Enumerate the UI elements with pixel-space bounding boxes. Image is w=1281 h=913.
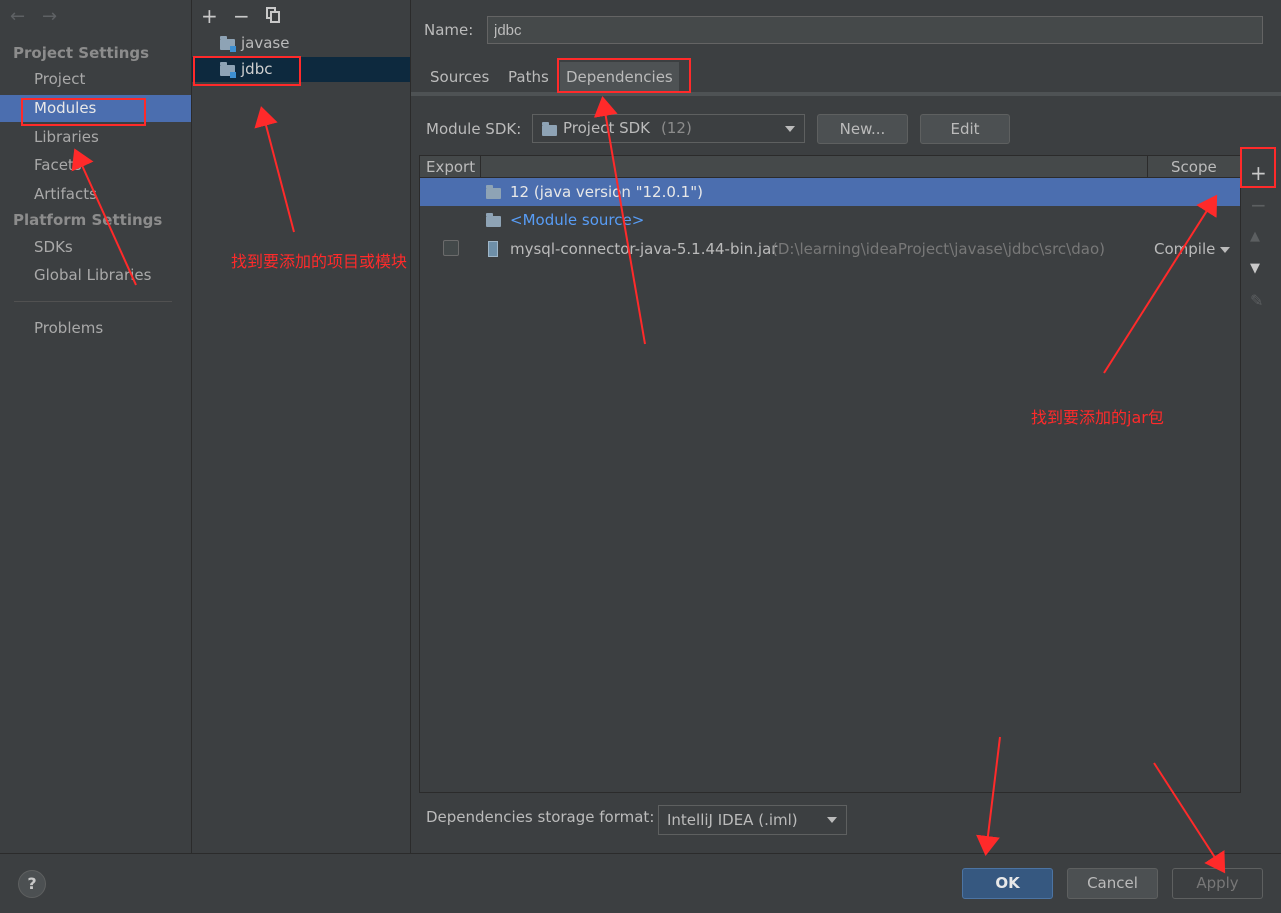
storage-format-value: IntelliJ IDEA (.iml) <box>667 811 798 829</box>
module-tree-panel <box>192 0 411 853</box>
column-divider <box>480 156 481 177</box>
help-button[interactable]: ? <box>18 870 46 898</box>
module-source-icon <box>486 213 501 227</box>
nav-item-sdks[interactable]: SDKs <box>34 238 73 256</box>
tab-underline <box>411 92 1281 96</box>
copy-icon[interactable] <box>266 7 280 23</box>
move-up-button[interactable]: ▲ <box>1250 229 1260 244</box>
annotation-box-jdbc <box>193 56 301 86</box>
scope-dropdown[interactable]: Compile <box>1154 240 1230 258</box>
remove-dependency-button[interactable]: − <box>1250 193 1267 217</box>
storage-format-dropdown[interactable]: IntelliJ IDEA (.iml) <box>658 805 847 835</box>
annotation-box-modules <box>21 98 146 126</box>
scope-value: Compile <box>1154 240 1216 258</box>
edit-dependency-button[interactable]: ✎ <box>1250 291 1263 310</box>
table-row-module-source[interactable]: <Module source> <box>510 211 644 229</box>
column-divider <box>1147 156 1148 177</box>
remove-module-button[interactable]: − <box>233 4 250 28</box>
tab-paths[interactable]: Paths <box>502 62 555 92</box>
annotation-note-jar: 找到要添加的jar包 <box>1031 408 1164 427</box>
tree-item-javase[interactable]: javase <box>241 34 289 52</box>
apply-button[interactable]: Apply <box>1172 868 1263 899</box>
forward-arrow-icon[interactable]: → <box>42 6 57 27</box>
export-checkbox[interactable] <box>443 240 459 256</box>
sdk-version: (12) <box>661 119 692 137</box>
sdk-folder-icon <box>542 122 557 136</box>
module-sdk-dropdown[interactable]: Project SDK (12) <box>532 114 805 143</box>
jar-path: (D:\learning\ideaProject\javase\jdbc\src… <box>772 240 1105 258</box>
table-header <box>420 156 1240 178</box>
chevron-down-icon <box>827 817 837 823</box>
table-row-jdk[interactable]: 12 (java version "12.0.1") <box>510 183 703 201</box>
column-export[interactable]: Export <box>426 158 475 176</box>
new-sdk-button[interactable]: New... <box>817 114 908 144</box>
annotation-note-module: 找到要添加的项目或模块 <box>231 252 408 271</box>
annotation-box-add <box>1240 147 1276 188</box>
tab-sources[interactable]: Sources <box>424 62 495 92</box>
annotation-box-dependencies <box>557 58 691 93</box>
sdk-value: Project SDK <box>563 119 650 137</box>
cancel-button[interactable]: Cancel <box>1067 868 1158 899</box>
module-name-input[interactable] <box>487 16 1263 44</box>
platform-settings-header: Platform Settings <box>13 211 163 229</box>
ok-button[interactable]: OK <box>962 868 1053 899</box>
jar-icon <box>488 241 498 257</box>
nav-divider <box>14 301 172 302</box>
chevron-down-icon <box>785 126 795 132</box>
table-row-jar[interactable]: mysql-connector-java-5.1.44-bin.jar <box>510 240 777 258</box>
sdk-label: Module SDK: <box>426 120 522 138</box>
edit-sdk-button[interactable]: Edit <box>920 114 1010 144</box>
column-scope[interactable]: Scope <box>1171 158 1217 176</box>
nav-item-problems[interactable]: Problems <box>34 319 103 337</box>
jdk-folder-icon <box>486 185 501 199</box>
nav-item-project[interactable]: Project <box>34 70 85 88</box>
project-settings-header: Project Settings <box>13 44 150 62</box>
add-module-button[interactable]: + <box>201 4 218 28</box>
storage-format-label: Dependencies storage format: <box>426 808 655 826</box>
nav-item-global-libraries[interactable]: Global Libraries <box>34 266 151 284</box>
nav-item-libraries[interactable]: Libraries <box>34 128 99 146</box>
nav-item-facets[interactable]: Facets <box>34 156 82 174</box>
back-arrow-icon[interactable]: ← <box>10 6 25 27</box>
name-label: Name: <box>424 21 474 39</box>
move-down-button[interactable]: ▼ <box>1250 261 1260 276</box>
module-marker-icon <box>230 46 236 52</box>
nav-item-artifacts[interactable]: Artifacts <box>34 185 97 203</box>
chevron-down-icon <box>1220 247 1230 253</box>
